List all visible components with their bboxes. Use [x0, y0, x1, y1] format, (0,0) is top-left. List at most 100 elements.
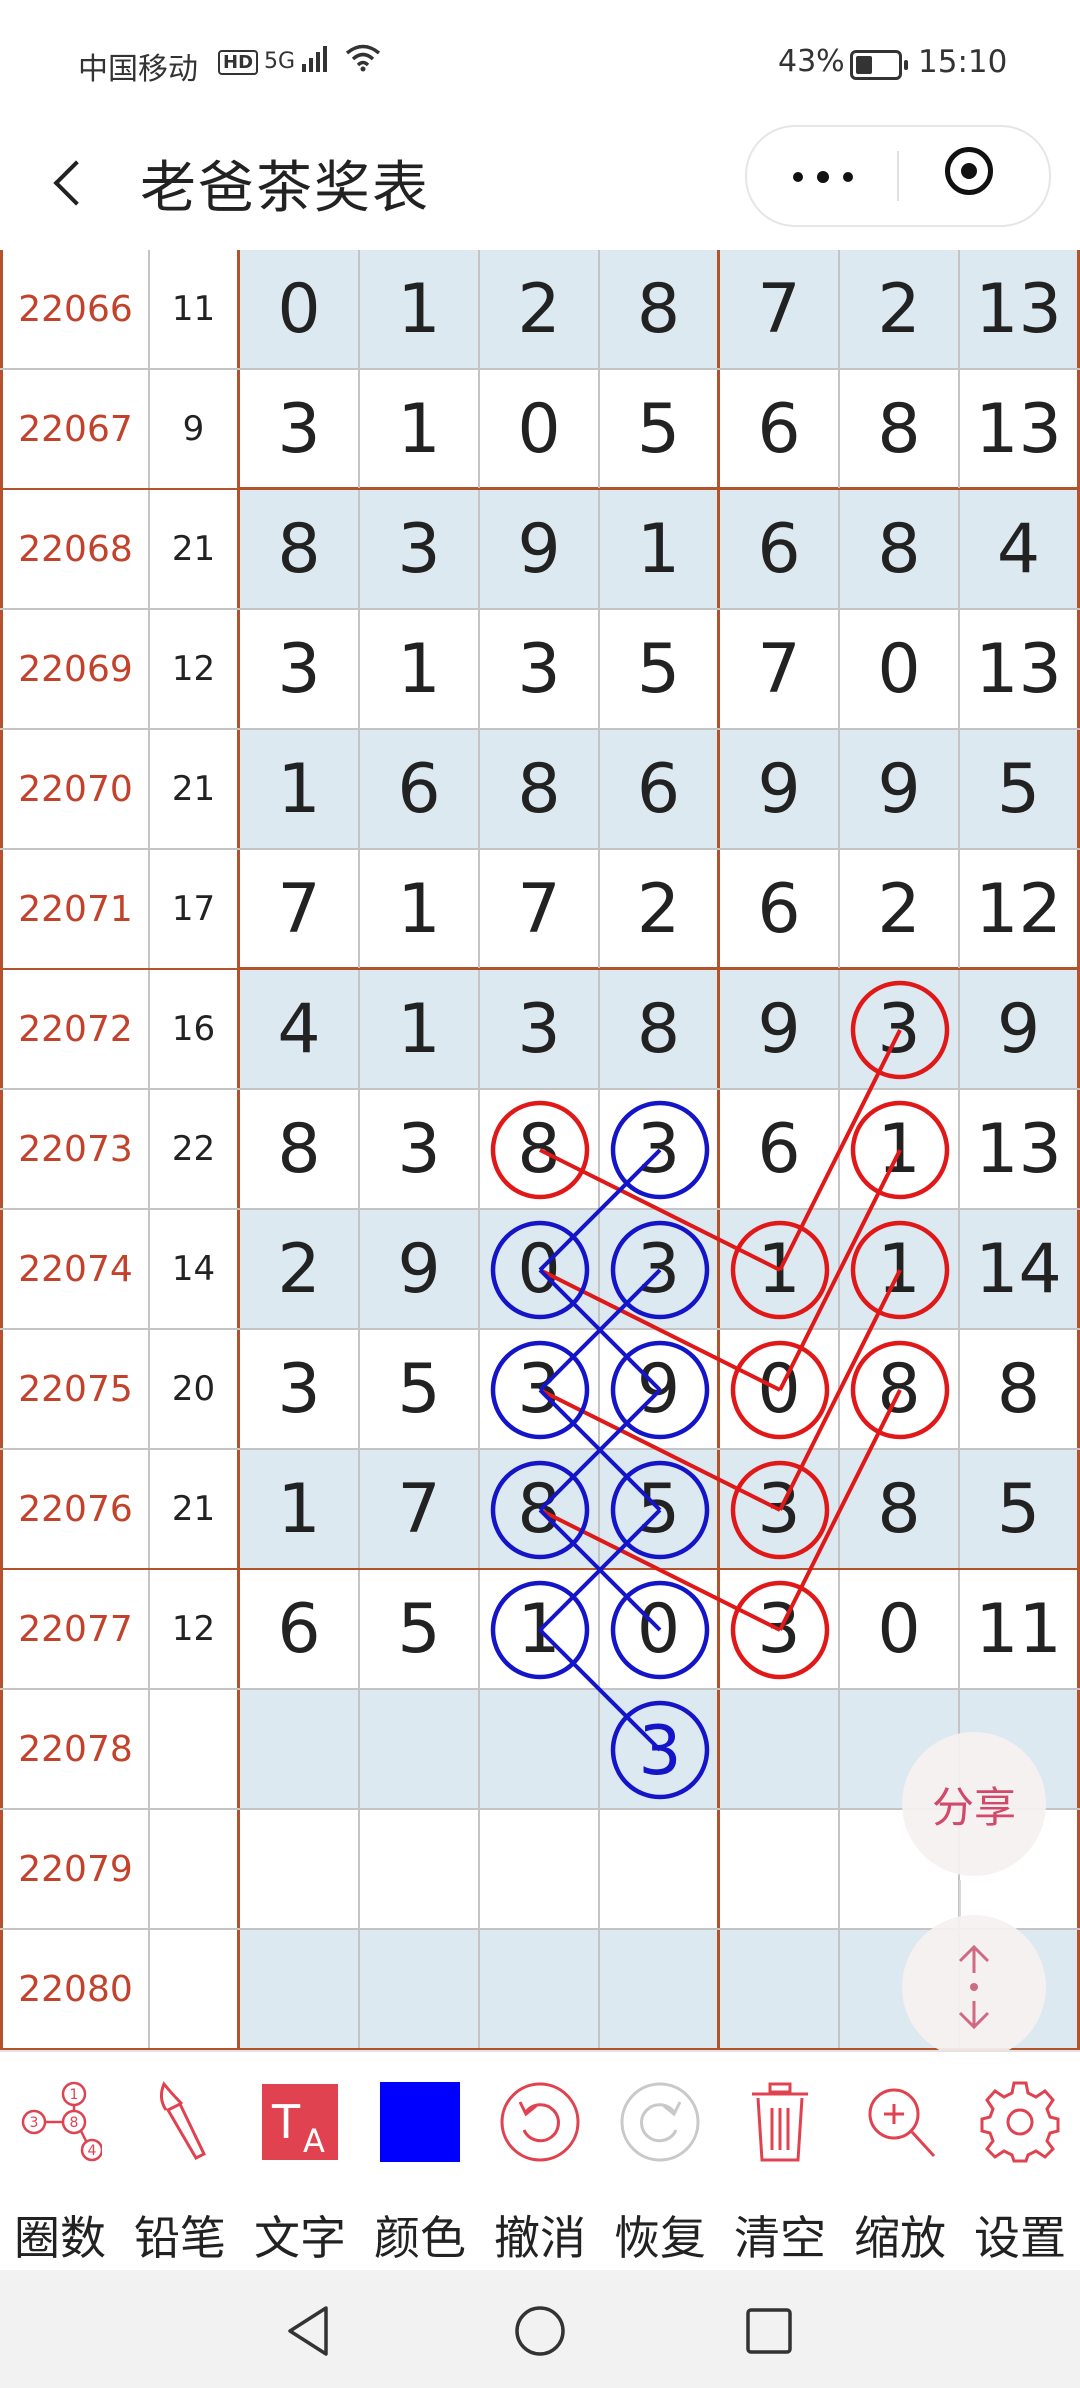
number-cell[interactable] [360, 1810, 480, 1928]
number-cell[interactable]: 1 [360, 970, 480, 1088]
table-row[interactable]: 22073 22 8 3 8 3 6 1 13 [0, 1090, 1080, 1210]
table-row[interactable]: 22074 14 2 9 0 3 1 1 14 [0, 1210, 1080, 1330]
number-cell[interactable]: 3 [600, 1090, 720, 1208]
number-cell[interactable] [360, 1690, 480, 1808]
table-row[interactable]: 22068 21 8 3 9 1 6 8 4 [0, 490, 1080, 610]
number-cell[interactable]: 13 [960, 250, 1080, 368]
table-row[interactable]: 22067 9 3 1 0 5 6 8 13 [0, 370, 1080, 490]
number-cell[interactable]: 5 [360, 1570, 480, 1688]
number-cell[interactable]: 0 [480, 370, 600, 488]
number-cell[interactable]: 13 [960, 370, 1080, 488]
number-cell[interactable]: 0 [240, 250, 360, 368]
share-button[interactable]: 分享 [902, 1732, 1046, 1876]
number-cell[interactable]: 6 [720, 490, 840, 608]
number-cell[interactable]: 0 [480, 1210, 600, 1328]
number-cell[interactable]: 9 [960, 970, 1080, 1088]
number-cell[interactable]: 3 [240, 610, 360, 728]
number-cell[interactable] [720, 1690, 840, 1808]
number-cell[interactable]: 3 [720, 1450, 840, 1568]
recents-square-icon[interactable] [736, 2298, 802, 2364]
target-close-icon[interactable] [899, 127, 1049, 225]
number-cell[interactable]: 1 [840, 1210, 960, 1328]
number-cell[interactable] [240, 1810, 360, 1928]
number-cell[interactable]: 6 [720, 1090, 840, 1208]
number-cell[interactable]: 7 [480, 850, 600, 968]
back-triangle-icon[interactable] [276, 2298, 342, 2364]
number-cell[interactable] [600, 1810, 720, 1928]
tool-settings[interactable]: 设置 [960, 2052, 1080, 2272]
number-cell[interactable]: 6 [360, 730, 480, 848]
number-cell[interactable]: 8 [840, 490, 960, 608]
tool-undo[interactable]: 撤消 [480, 2052, 600, 2272]
home-circle-icon[interactable] [507, 2298, 573, 2364]
number-cell[interactable]: 5 [960, 730, 1080, 848]
number-cell[interactable]: 3 [480, 1330, 600, 1448]
number-cell[interactable]: 1 [360, 370, 480, 488]
number-cell[interactable]: 12 [960, 850, 1080, 968]
number-cell[interactable] [240, 1930, 360, 2048]
tool-color[interactable]: 颜色 [360, 2052, 480, 2272]
table-row[interactable]: 22075 20 3 5 3 9 0 8 8 [0, 1330, 1080, 1450]
number-cell[interactable]: 2 [600, 850, 720, 968]
number-cell[interactable]: 4 [240, 970, 360, 1088]
number-cell[interactable]: 8 [240, 1090, 360, 1208]
number-cell[interactable] [480, 1690, 600, 1808]
tool-circle-numbers[interactable]: 1 3 84 圈数 [0, 2052, 120, 2272]
number-cell[interactable]: 1 [240, 1450, 360, 1568]
number-cell[interactable]: 7 [240, 850, 360, 968]
number-cell[interactable]: 0 [840, 1570, 960, 1688]
table-row[interactable]: 22076 21 1 7 8 5 3 8 5 [0, 1450, 1080, 1570]
number-cell[interactable]: 1 [240, 730, 360, 848]
number-cell[interactable]: 1 [600, 490, 720, 608]
tool-redo[interactable]: 恢复 [600, 2052, 720, 2272]
number-cell[interactable]: 6 [720, 370, 840, 488]
number-cell[interactable]: 6 [240, 1570, 360, 1688]
tool-text[interactable]: T A 文字 [240, 2052, 360, 2272]
number-cell[interactable] [240, 1690, 360, 1808]
number-cell[interactable]: 5 [360, 1330, 480, 1448]
number-cell[interactable]: 2 [480, 250, 600, 368]
number-cell[interactable]: 8 [600, 250, 720, 368]
number-cell[interactable]: 0 [600, 1570, 720, 1688]
number-cell[interactable]: 8 [480, 1090, 600, 1208]
number-cell[interactable]: 1 [480, 1570, 600, 1688]
number-cell[interactable]: 1 [840, 1090, 960, 1208]
number-cell[interactable]: 8 [960, 1330, 1080, 1448]
number-cell[interactable]: 9 [360, 1210, 480, 1328]
number-cell[interactable]: 5 [600, 610, 720, 728]
number-cell[interactable]: 5 [600, 1450, 720, 1568]
number-cell[interactable]: 4 [960, 490, 1080, 608]
number-cell[interactable]: 7 [360, 1450, 480, 1568]
table-row[interactable]: 22069 12 3 1 3 5 7 0 13 [0, 610, 1080, 730]
number-cell[interactable]: 3 [240, 370, 360, 488]
number-cell[interactable] [720, 1930, 840, 2048]
number-cell[interactable]: 8 [600, 970, 720, 1088]
back-button[interactable] [42, 145, 102, 215]
number-cell[interactable] [480, 1930, 600, 2048]
number-cell[interactable]: 9 [480, 490, 600, 608]
more-dots-icon[interactable] [747, 127, 897, 225]
number-cell[interactable]: 1 [360, 250, 480, 368]
number-cell[interactable]: 5 [960, 1450, 1080, 1568]
number-cell[interactable]: 2 [840, 850, 960, 968]
number-cell[interactable]: 9 [720, 970, 840, 1088]
number-cell[interactable]: 13 [960, 610, 1080, 728]
number-cell[interactable]: 8 [240, 490, 360, 608]
number-cell[interactable] [720, 1810, 840, 1928]
table-row[interactable]: 22072 16 4 1 3 8 9 3 9 [0, 970, 1080, 1090]
table-row[interactable]: 22066 11 0 1 2 8 7 2 13 [0, 250, 1080, 370]
number-cell[interactable]: 8 [480, 1450, 600, 1568]
number-cell[interactable]: 3 [360, 490, 480, 608]
number-cell[interactable]: 8 [840, 1450, 960, 1568]
number-cell[interactable]: 6 [600, 730, 720, 848]
number-cell[interactable] [480, 1810, 600, 1928]
number-cell[interactable]: 0 [720, 1330, 840, 1448]
number-cell[interactable]: 2 [840, 250, 960, 368]
number-cell[interactable]: 1 [720, 1210, 840, 1328]
number-cell[interactable]: 7 [720, 250, 840, 368]
number-cell[interactable]: 11 [960, 1570, 1080, 1688]
scroll-toggle-button[interactable] [902, 1915, 1046, 2059]
number-cell[interactable] [360, 1930, 480, 2048]
number-cell[interactable]: 9 [600, 1330, 720, 1448]
number-cell[interactable]: 3 [600, 1210, 720, 1328]
